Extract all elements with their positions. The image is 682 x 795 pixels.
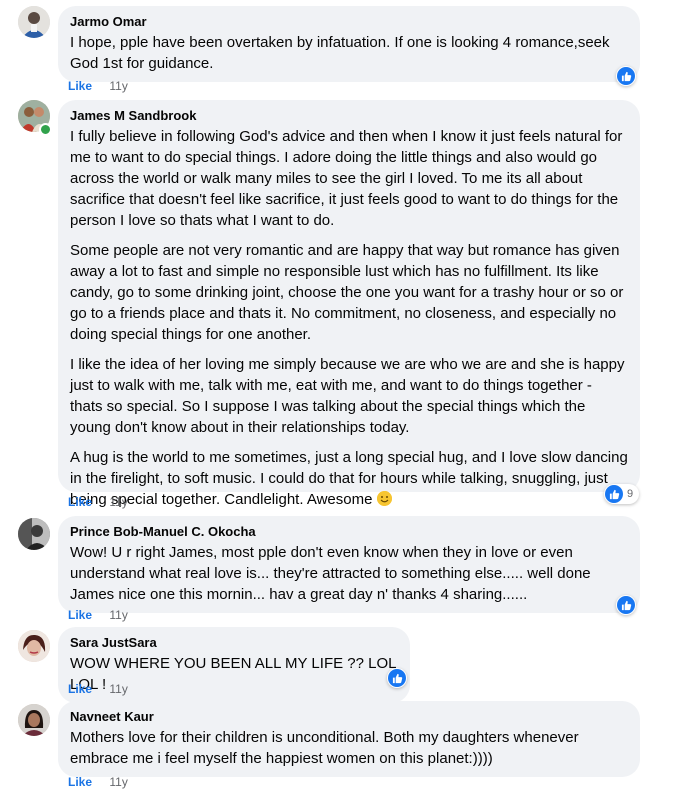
comment-timestamp[interactable]: 11y (109, 682, 127, 696)
like-link[interactable]: Like (68, 495, 92, 509)
comment-author[interactable]: Navneet Kaur (70, 709, 628, 725)
comment: James M Sandbrook I fully believe in fol… (0, 96, 682, 512)
comment-author[interactable]: Jarmo Omar (70, 14, 628, 30)
comment: Navneet Kaur Mothers love for their chil… (0, 700, 682, 795)
thumbs-up-icon (605, 485, 623, 503)
thumbs-up-icon (388, 669, 406, 687)
comment: Sara JustSara WOW WHERE YOU BEEN ALL MY … (0, 624, 682, 703)
comment-text: I fully believe in following God's advic… (70, 128, 623, 229)
avatar[interactable] (18, 704, 50, 736)
comment-bubble: James M Sandbrook I fully believe in fol… (58, 100, 640, 508)
avatar-photo (18, 704, 50, 736)
like-link[interactable]: Like (68, 79, 92, 93)
avatar-photo (18, 518, 50, 550)
comment-author[interactable]: Sara JustSara (70, 635, 398, 651)
comment-author[interactable]: James M Sandbrook (70, 108, 628, 124)
comment-text: Wow! U r right James, most pple don't ev… (70, 544, 591, 603)
smiling-face-emoji-icon (376, 491, 392, 506)
like-link[interactable]: Like (68, 608, 92, 622)
reaction-badge[interactable] (387, 668, 407, 688)
comment-bubble: Prince Bob-Manuel C. Okocha Wow! U r rig… (58, 516, 640, 613)
comment-actions: Like 11y (68, 494, 128, 510)
avatar[interactable] (18, 518, 50, 550)
comment-bubble: Navneet Kaur Mothers love for their chil… (58, 701, 640, 777)
comment-timestamp[interactable]: 11y (109, 495, 127, 509)
comment-author[interactable]: Prince Bob-Manuel C. Okocha (70, 524, 628, 540)
avatar-photo (18, 630, 50, 662)
comment-text: Mothers love for their children is uncon… (70, 729, 579, 767)
comment-timestamp[interactable]: 11y (109, 79, 127, 93)
avatar[interactable] (18, 630, 50, 662)
reaction-count: 9 (627, 488, 634, 500)
comment-timestamp[interactable]: 11y (109, 775, 127, 789)
comment-actions: Like 11y (68, 607, 128, 623)
comment-timestamp[interactable]: 11y (109, 608, 127, 622)
comment-actions: Like 11y (68, 78, 128, 94)
comment: Prince Bob-Manuel C. Okocha Wow! U r rig… (0, 512, 682, 624)
comment-text: I hope, pple have been overtaken by infa… (70, 34, 610, 72)
avatar[interactable] (18, 6, 50, 38)
reaction-badge[interactable] (616, 595, 636, 615)
comment: Jarmo Omar I hope, pple have been overta… (0, 0, 682, 96)
comment-text: I like the idea of her loving me simply … (70, 356, 625, 436)
comment-text: A hug is the world to me sometimes, just… (70, 449, 628, 508)
reaction-badge[interactable]: 9 (604, 484, 640, 504)
like-link[interactable]: Like (68, 775, 92, 789)
like-link[interactable]: Like (68, 682, 92, 696)
comment-text: Some people are not very romantic and ar… (70, 242, 624, 343)
avatar-photo (18, 6, 50, 38)
thumbs-up-icon (617, 596, 635, 614)
reaction-badge[interactable] (616, 66, 636, 86)
comment-actions: Like 11y (68, 681, 128, 697)
thumbs-up-icon (617, 67, 635, 85)
comment-actions: Like 11y (68, 774, 128, 790)
online-status-dot (39, 123, 52, 136)
comment-bubble: Jarmo Omar I hope, pple have been overta… (58, 6, 640, 82)
